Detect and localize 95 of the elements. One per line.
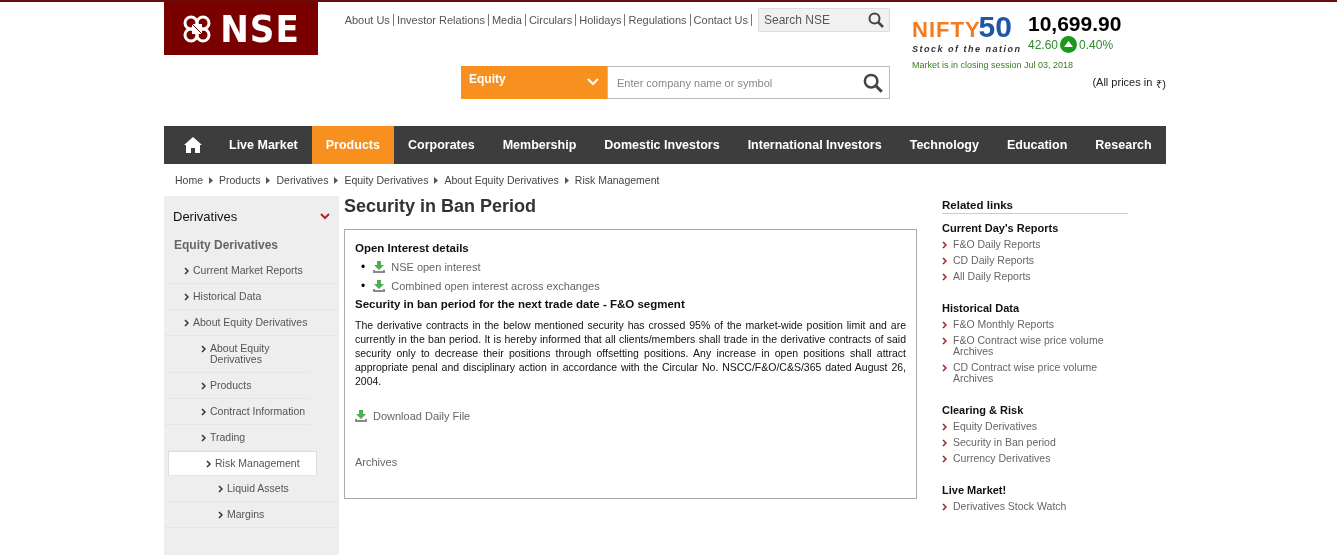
logo-emblem-icon [182,13,213,44]
breadcrumb-link[interactable]: Products [219,174,261,186]
breadcrumb-link[interactable]: Risk Management [574,174,660,186]
symbol-search-field[interactable]: Enter company name or symbol [607,66,890,99]
nav-tab[interactable]: Education [992,126,1082,164]
chevron-down-icon[interactable] [320,212,330,220]
search-icon[interactable] [863,72,883,93]
chevron-right-icon [942,364,947,372]
chevron-right-icon [218,485,223,493]
chevron-right-icon [184,293,189,301]
top-link[interactable]: Investor Relations [393,14,489,26]
sidebar-item[interactable]: Contract Information [164,399,311,425]
related-link[interactable]: All Daily Reports [942,271,1128,282]
chevron-right-icon [184,319,189,327]
download-link[interactable]: Download Daily File [355,410,471,422]
breadcrumb-separator-icon [334,176,339,184]
chevron-down-icon [587,78,599,86]
search-icon[interactable] [868,12,884,28]
chevron-right-icon [201,434,206,442]
related-link[interactable]: F&O Contract wise price volume Archives [942,335,1128,357]
sidebar-section[interactable]: Equity Derivatives [164,224,339,258]
related-link[interactable]: CD Daily Reports [942,255,1128,266]
breadcrumb-link[interactable]: Equity Derivatives [344,174,429,186]
nav-tab[interactable]: Research [1081,126,1166,164]
chevron-right-icon [206,460,211,468]
related-link[interactable]: Equity Derivatives [942,421,1128,432]
logo-text: NSE [220,6,300,51]
bullet: • [361,260,366,274]
top-link[interactable]: Regulations [625,14,691,26]
related-link[interactable]: Security in Ban period [942,437,1128,448]
nav-tab[interactable]: Live Market [215,126,312,164]
market-status: Market is in closing session Jul 03, 2018 [912,60,1075,70]
sidebar-item[interactable]: About Equity Derivatives [164,310,339,336]
related-links-title: Related links [942,196,1128,214]
download-icon [373,280,386,292]
prices-note: (All prices in [1092,76,1153,90]
download-icon [373,261,386,273]
index-change-percent: 0.40% [1079,37,1114,52]
related-group-heading: Clearing & Risk [942,404,1025,416]
sidebar-item[interactable]: Margins [164,502,339,528]
breadcrumb-separator-icon [209,176,213,184]
nse-logo[interactable]: NSE [164,2,318,55]
sidebar-item[interactable]: Liquid Assets [164,476,339,502]
sidebar-item[interactable]: Current Market Reports [164,258,339,284]
nav-tab[interactable]: Membership [488,126,591,164]
section-heading: Security in ban period for the next trade date - F&O segment [355,298,686,310]
breadcrumb-link[interactable]: Home [175,174,203,186]
breadcrumb-link[interactable]: About Equity Derivatives [444,174,559,186]
nav-tab[interactable]: Corporates [393,126,489,164]
related-group-heading: Live Market! [942,484,1008,496]
index-change: 42.60 [1028,37,1059,52]
related-link[interactable]: CD Contract wise price volume Archives [942,362,1128,384]
chevron-right-icon [201,408,206,416]
currency-symbol: ₹) [1156,77,1166,91]
bullet: • [361,279,366,293]
archives-link[interactable]: Archives [355,456,906,468]
chevron-right-icon [184,267,189,275]
related-link[interactable]: F&O Monthly Reports [942,319,1128,330]
chevron-right-icon [201,345,206,353]
top-link[interactable]: Contact Us [690,14,752,26]
sidebar-item[interactable]: Historical Data [164,284,339,310]
sidebar-item[interactable]: Products [164,373,311,399]
breadcrumb-link[interactable]: Derivatives [276,174,329,186]
site-search-field[interactable]: Search NSE [758,8,890,32]
breadcrumb-separator-icon [434,176,439,184]
related-group-heading: Historical Data [942,302,1021,314]
top-link[interactable]: Holidays [576,14,626,26]
related-link[interactable]: Currency Derivatives [942,453,1128,464]
index-logo-number: 50 [978,12,1012,42]
nav-tab[interactable]: Technology [895,126,993,164]
nav-tab[interactable]: International Investors [733,126,896,164]
home-icon [184,137,202,153]
related-link[interactable]: F&O Daily Reports [942,239,1128,250]
page-title: Security in Ban Period [344,196,538,217]
chevron-right-icon [218,511,223,519]
index-tagline: Stock of the nation [912,44,1023,54]
download-icon [355,410,367,422]
chevron-right-icon [201,382,206,390]
top-link[interactable]: Circulars [525,14,577,26]
download-link[interactable]: Combined open interest across exchanges [373,280,600,292]
nav-tab[interactable]: Domestic Investors [590,126,734,164]
breadcrumb-separator-icon [564,176,569,184]
sidebar-title: Derivatives [173,208,238,224]
breadcrumb-separator-icon [266,176,271,184]
top-link[interactable]: Media [488,14,526,26]
chevron-right-icon [942,503,947,511]
index-value: 10,699.90 [1028,12,1122,36]
notice-paragraph: The derivative contracts in the below mentioned security has crossed 95% of the market-wide position limit and are currently in the ban period. It is hereby informed that all clients/members shall trade in the derivative contracts of said security only to decrease their positions through offsetting positions. Any increase in open positions shall attract appropriate penal and disciplinary action in accordance with the Circular No. NSCC/F&O/C&S/365 dated August 26, 2004. [355,318,906,388]
section-heading: Open Interest details [355,242,470,254]
related-link[interactable]: Derivatives Stock Watch [942,501,1128,512]
download-link[interactable]: NSE open interest [373,261,481,273]
sidebar-item[interactable]: About Equity Derivatives [164,336,311,373]
sidebar-item[interactable]: Risk Management [168,451,317,476]
related-group-heading: Current Day's Reports [942,222,1060,234]
top-link[interactable]: About Us [341,14,394,26]
